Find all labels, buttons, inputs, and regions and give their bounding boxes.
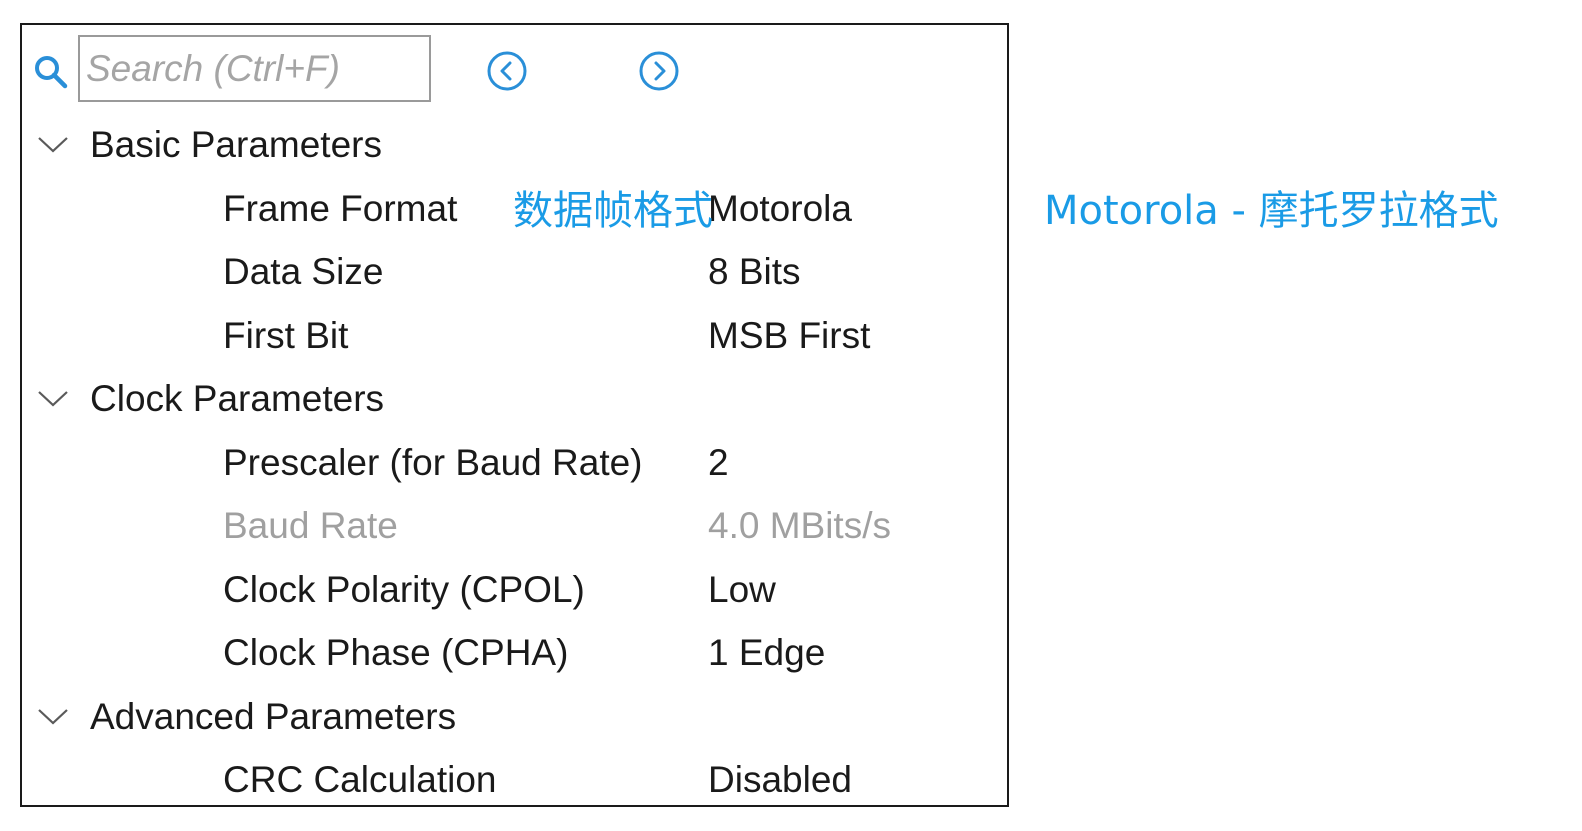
configuration-panel: Basic Parameters Frame Format Motorola D… (20, 23, 1009, 807)
search-field[interactable] (78, 35, 431, 102)
group-clock-parameters[interactable]: Clock Parameters (22, 367, 1007, 431)
param-value: 4.0 MBits/s (708, 505, 891, 546)
group-basic-parameters[interactable]: Basic Parameters (22, 113, 1007, 177)
circle-chevron-left-icon[interactable] (485, 49, 529, 93)
param-label: Frame Format (223, 187, 458, 229)
motorola-annotation: Motorola - 摩托罗拉格式 (1044, 188, 1499, 234)
param-value[interactable]: Disabled (708, 760, 852, 800)
param-label: Clock Polarity (CPOL) (223, 568, 585, 610)
param-row-clock-phase[interactable]: Clock Phase (CPHA) 1 Edge (22, 621, 1007, 685)
group-label: Advanced Parameters (90, 695, 457, 737)
param-value[interactable]: Motorola (708, 188, 852, 229)
param-row-first-bit[interactable]: First Bit MSB First (22, 304, 1007, 368)
chevron-down-icon[interactable] (36, 703, 70, 729)
param-label: Prescaler (for Baud Rate) (223, 441, 643, 483)
param-label: Clock Phase (CPHA) (223, 632, 569, 673)
param-value[interactable]: MSB First (708, 315, 870, 356)
search-icon[interactable] (34, 55, 68, 89)
circle-chevron-right-icon[interactable] (637, 49, 681, 93)
param-row-prescaler[interactable]: Prescaler (for Baud Rate) 2 (22, 431, 1007, 495)
param-label: Data Size (223, 251, 384, 292)
param-label: First Bit (223, 314, 349, 356)
chevron-down-icon[interactable] (36, 131, 70, 157)
param-label: Baud Rate (223, 505, 398, 546)
param-value[interactable]: 8 Bits (708, 252, 801, 292)
search-input[interactable] (80, 37, 429, 100)
param-value[interactable]: 2 (708, 442, 729, 483)
param-row-baud-rate: Baud Rate 4.0 MBits/s (22, 494, 1007, 558)
group-advanced-parameters[interactable]: Advanced Parameters (22, 685, 1007, 749)
param-label: CRC Calculation (223, 759, 497, 800)
param-value[interactable]: 1 Edge (708, 633, 825, 673)
param-row-data-size[interactable]: Data Size 8 Bits (22, 240, 1007, 304)
frame-format-annotation: 数据帧格式 (513, 188, 713, 234)
chevron-down-icon[interactable] (36, 385, 70, 411)
group-label: Clock Parameters (90, 378, 385, 419)
param-row-clock-polarity[interactable]: Clock Polarity (CPOL) Low (22, 558, 1007, 622)
param-value[interactable]: Low (708, 569, 776, 610)
param-row-crc-calculation[interactable]: CRC Calculation Disabled (22, 748, 1007, 812)
group-label: Basic Parameters (90, 124, 382, 165)
toolbar (22, 25, 1007, 115)
